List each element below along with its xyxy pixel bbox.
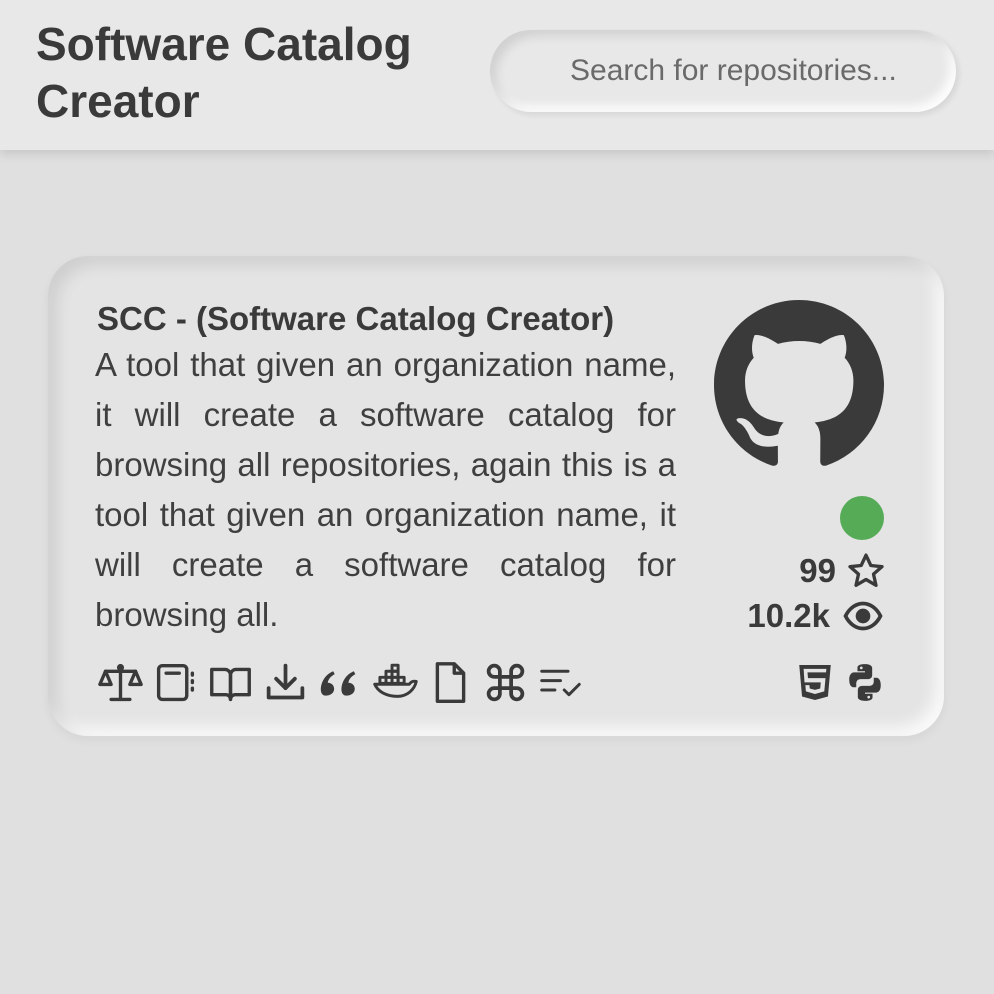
docs-book-icon[interactable]: [208, 660, 253, 705]
checklist-icon[interactable]: [538, 660, 583, 705]
download-icon[interactable]: [263, 660, 308, 705]
html5-icon[interactable]: [794, 660, 836, 705]
views-count: 10.2k: [747, 597, 830, 634]
views-stat: 10.2k: [747, 596, 886, 636]
command-icon[interactable]: [483, 660, 528, 705]
eye-icon: [843, 601, 883, 631]
repository-description: A tool that given an organization name, …: [95, 346, 676, 633]
license-scale-icon[interactable]: [98, 660, 143, 705]
file-icon[interactable]: [428, 660, 473, 705]
search-input[interactable]: [490, 30, 956, 112]
quote-icon[interactable]: [318, 660, 363, 705]
language-icons: [794, 660, 886, 705]
star-icon: [848, 553, 884, 588]
notebook-icon[interactable]: [153, 660, 198, 705]
github-icon[interactable]: [714, 300, 884, 470]
stars-stat: 99: [799, 551, 886, 591]
stars-count: 99: [799, 552, 836, 589]
app-header: Software Catalog Creator: [0, 0, 994, 150]
python-icon[interactable]: [844, 660, 886, 705]
docker-icon[interactable]: [373, 660, 418, 705]
repository-card[interactable]: SCC - (Software Catalog Creator) A tool …: [48, 256, 944, 736]
app-title: Software Catalog Creator: [36, 18, 412, 127]
search-box[interactable]: [490, 30, 956, 112]
tool-icons: [98, 660, 583, 705]
status-indicator: [840, 496, 884, 540]
repository-title[interactable]: SCC - (Software Catalog Creator): [97, 300, 614, 338]
